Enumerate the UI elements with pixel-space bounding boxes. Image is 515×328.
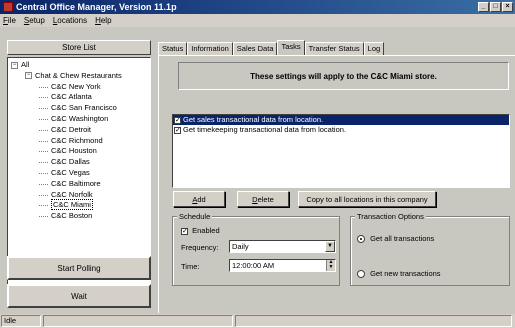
tab-status[interactable]: Status xyxy=(158,42,188,56)
status-pane xyxy=(235,315,512,327)
menu-help[interactable]: Help xyxy=(95,16,111,25)
store-item-selected[interactable]: C&C Miami xyxy=(11,199,147,211)
tab-information[interactable]: Information xyxy=(187,42,233,56)
menu-setup[interactable]: Setup xyxy=(24,16,45,25)
store-item[interactable]: C&C San Francisco xyxy=(11,103,147,114)
store-item[interactable]: C&C Richmond xyxy=(11,136,147,147)
tab-transfer-status[interactable]: Transfer Status xyxy=(304,42,364,56)
store-list-header[interactable]: Store List xyxy=(7,40,151,55)
menu-file[interactable]: File xyxy=(3,16,16,25)
store-item[interactable]: C&C Houston xyxy=(11,146,147,157)
task-item[interactable]: ✓ Get timekeeping transactional data fro… xyxy=(173,125,509,135)
add-button[interactable]: Add xyxy=(173,191,225,207)
status-text: Idle xyxy=(1,315,41,327)
copy-to-all-button[interactable]: Copy to all locations in this company xyxy=(298,191,436,207)
task-list[interactable]: ✓ Get sales transactional data from loca… xyxy=(172,114,510,188)
menu-bar: File Setup Locations Help xyxy=(0,14,515,27)
tree-root[interactable]: − All xyxy=(11,60,147,71)
tab-sales-data[interactable]: Sales Data xyxy=(232,42,278,56)
store-banner: These settings will apply to the C&C Mia… xyxy=(178,62,509,90)
transaction-options-title: Transaction Options xyxy=(355,212,426,221)
menu-locations[interactable]: Locations xyxy=(53,16,87,25)
store-item[interactable]: C&C Detroit xyxy=(11,125,147,136)
store-item[interactable]: C&C Boston xyxy=(11,211,147,222)
task-checkbox[interactable]: ✓ xyxy=(174,116,181,124)
window-title: Central Office Manager, Version 11.1p xyxy=(16,2,177,12)
task-item[interactable]: ✓ Get sales transactional data from loca… xyxy=(173,115,509,125)
store-item[interactable]: C&C Washington xyxy=(11,114,147,125)
store-item[interactable]: C&C Dallas xyxy=(11,157,147,168)
collapse-icon[interactable]: − xyxy=(25,72,32,80)
tab-bar: Status Information Sales Data Tasks Tran… xyxy=(158,40,385,56)
time-input[interactable]: 12:00:00 AM ▲ ▼ xyxy=(229,259,336,272)
store-item[interactable]: C&C Vegas xyxy=(11,168,147,179)
task-checkbox[interactable]: ✓ xyxy=(174,126,181,134)
radio-new-icon[interactable] xyxy=(357,270,365,279)
enabled-checkbox[interactable]: ✓ xyxy=(181,227,188,235)
delete-button[interactable]: Delete xyxy=(237,191,289,207)
frequency-label: Frequency: xyxy=(181,243,219,252)
chevron-down-icon[interactable]: ▼ xyxy=(325,241,335,252)
time-label: Time: xyxy=(181,262,200,271)
spinner-icon[interactable]: ▲ ▼ xyxy=(326,260,335,271)
store-item[interactable]: C&C Baltimore xyxy=(11,179,147,190)
start-polling-button[interactable]: Start Polling xyxy=(7,256,151,280)
all-transactions-option[interactable]: Get all transactions xyxy=(357,234,434,244)
app-icon xyxy=(3,2,13,12)
tab-tasks[interactable]: Tasks xyxy=(277,40,305,56)
status-pane xyxy=(43,315,233,327)
minimize-button[interactable]: _ xyxy=(478,2,489,12)
new-transactions-option[interactable]: Get new transactions xyxy=(357,269,441,279)
close-button[interactable]: × xyxy=(502,2,513,12)
schedule-title: Schedule xyxy=(177,212,213,221)
title-bar: Central Office Manager, Version 11.1p _ … xyxy=(0,0,515,14)
store-item[interactable]: C&C Atlanta xyxy=(11,92,147,103)
collapse-icon[interactable]: − xyxy=(11,61,18,69)
store-panel: Store List − All − Chat & Chew Restaurants… xyxy=(7,40,151,316)
maximize-button[interactable]: □ xyxy=(490,2,501,12)
store-item[interactable]: C&C New York xyxy=(11,82,147,93)
frequency-select[interactable]: Daily ▼ xyxy=(229,240,336,253)
enabled-option[interactable]: ✓ Enabled xyxy=(181,226,220,235)
radio-all-icon[interactable] xyxy=(357,235,365,244)
wait-button[interactable]: Wait xyxy=(7,284,151,308)
tab-log[interactable]: Log xyxy=(363,42,385,56)
status-bar: Idle xyxy=(0,314,515,328)
tree-group[interactable]: − Chat & Chew Restaurants xyxy=(11,71,147,82)
